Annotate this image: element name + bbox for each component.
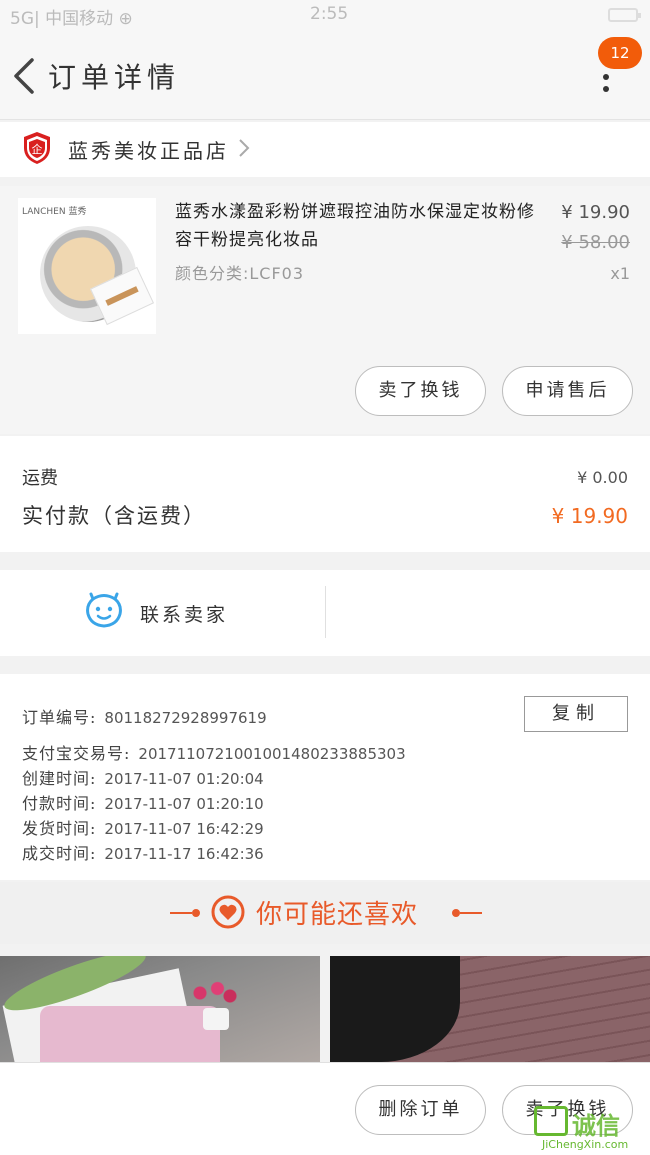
message-count-badge[interactable]: 12 [598, 37, 642, 69]
watermark-text-en: JiChengXin.com [542, 1138, 629, 1151]
product-price: ¥ 19.90 [561, 202, 630, 223]
completed-time-row: 成交时间: 2017-11-17 16:42:36 [22, 840, 264, 864]
shipped-time-row: 发货时间: 2017-11-07 16:42:29 [22, 815, 264, 839]
watermark-text-cn: 诚信 [572, 1112, 620, 1140]
enterprise-shop-icon: 企 [24, 132, 50, 164]
order-number-row: 订单编号: 80118272928997619 [22, 704, 267, 728]
decor-dot-right [452, 909, 460, 917]
site-watermark: 诚信 JiChengXin.com [534, 1106, 648, 1152]
product-thumbnail[interactable]: LANCHEN 蓝秀 [18, 198, 156, 334]
vase-shape [203, 1008, 229, 1030]
paid-amount-value: ¥ 19.90 [551, 504, 628, 528]
shipping-value: ¥ 0.00 [577, 468, 628, 487]
chat-face-icon[interactable] [85, 592, 123, 630]
page-title: 订单详情 [48, 61, 181, 94]
status-time: 2:55 [310, 4, 349, 24]
decor-line-left [170, 912, 192, 914]
divider [325, 586, 326, 638]
watermark-logo-icon [534, 1106, 568, 1136]
shipping-label: 运费 [22, 468, 58, 489]
product-quantity: x1 [610, 264, 630, 283]
shop-row[interactable]: 企 蓝秀美妆正品店 [0, 122, 650, 177]
apply-aftersale-button[interactable]: 申请售后 [502, 366, 633, 416]
recommend-banner: 你可能还喜欢 [0, 882, 650, 944]
sell-for-cash-button[interactable]: 卖了换钱 [355, 366, 486, 416]
paid-time-label: 付款时间: [22, 794, 97, 813]
product-original-price: ¥ 58.00 [561, 232, 630, 253]
flowers-shape [190, 978, 240, 1008]
order-number-label: 订单编号: [22, 708, 97, 727]
payment-summary: 运费 ¥ 0.00 实付款（含运费） ¥ 19.90 [0, 436, 650, 552]
contact-section: 联系卖家 [0, 570, 650, 656]
recommended-product-image[interactable] [0, 956, 320, 1062]
alipay-number-label: 支付宝交易号: [22, 744, 131, 763]
created-time-value: 2017-11-07 01:20:04 [104, 770, 264, 788]
contact-seller-button[interactable]: 联系卖家 [140, 600, 228, 627]
order-info: 订单编号: 80118272928997619 复制 支付宝交易号: 2017110… [0, 674, 650, 880]
product-variant: 颜色分类:LCF03 [175, 264, 305, 283]
completed-time-label: 成交时间: [22, 844, 97, 863]
signal-indicator: 5G| 中国移动 ⊕ [10, 9, 133, 29]
completed-time-value: 2017-11-17 16:42:36 [104, 845, 264, 863]
paid-time-value: 2017-11-07 01:20:10 [104, 795, 264, 813]
copy-button[interactable]: 复制 [524, 696, 628, 732]
leggings-shape [330, 956, 460, 1062]
thumbnail-brand-text: LANCHEN 蓝秀 [22, 207, 87, 217]
paid-amount-label: 实付款（含运费） [22, 504, 206, 528]
back-arrow-icon[interactable] [8, 54, 42, 98]
status-bar: 5G| 中国移动 ⊕ 2:55 [0, 0, 650, 30]
product-title[interactable]: 蓝秀水漾盈彩粉饼遮瑕控油防水保湿定妆粉修容干粉提亮化妆品 [175, 198, 545, 254]
pink-clothing-shape [40, 1006, 220, 1062]
product-card[interactable]: LANCHEN 蓝秀 蓝秀水漾盈彩粉饼遮瑕控油防水保湿定妆粉修容干粉提亮化妆品 … [0, 186, 650, 434]
created-time-row: 创建时间: 2017-11-07 01:20:04 [22, 765, 264, 789]
shipped-time-label: 发货时间: [22, 819, 97, 838]
chevron-right-icon [239, 139, 250, 157]
alipay-number-row: 支付宝交易号: 2017110721001001480233885303 [22, 740, 406, 764]
delete-order-button[interactable]: 删除订单 [355, 1085, 486, 1135]
alipay-number-value: 2017110721001001480233885303 [138, 745, 406, 763]
paid-time-row: 付款时间: 2017-11-07 01:20:10 [22, 790, 264, 814]
navbar: 订单详情 12 [0, 30, 650, 120]
shop-name[interactable]: 蓝秀美妆正品店 [68, 135, 229, 164]
decor-dot-left [192, 909, 200, 917]
battery-icon [608, 8, 641, 22]
svg-text:企: 企 [32, 142, 43, 156]
decor-line-right [460, 912, 482, 914]
recommended-product-image[interactable] [330, 956, 650, 1062]
recommend-title: 你可能还喜欢 [256, 900, 419, 930]
created-time-label: 创建时间: [22, 769, 97, 788]
heart-icon [211, 895, 245, 929]
shipped-time-value: 2017-11-07 16:42:29 [104, 820, 264, 838]
order-number-value: 80118272928997619 [104, 709, 267, 727]
more-menu-icon[interactable] [599, 74, 613, 94]
